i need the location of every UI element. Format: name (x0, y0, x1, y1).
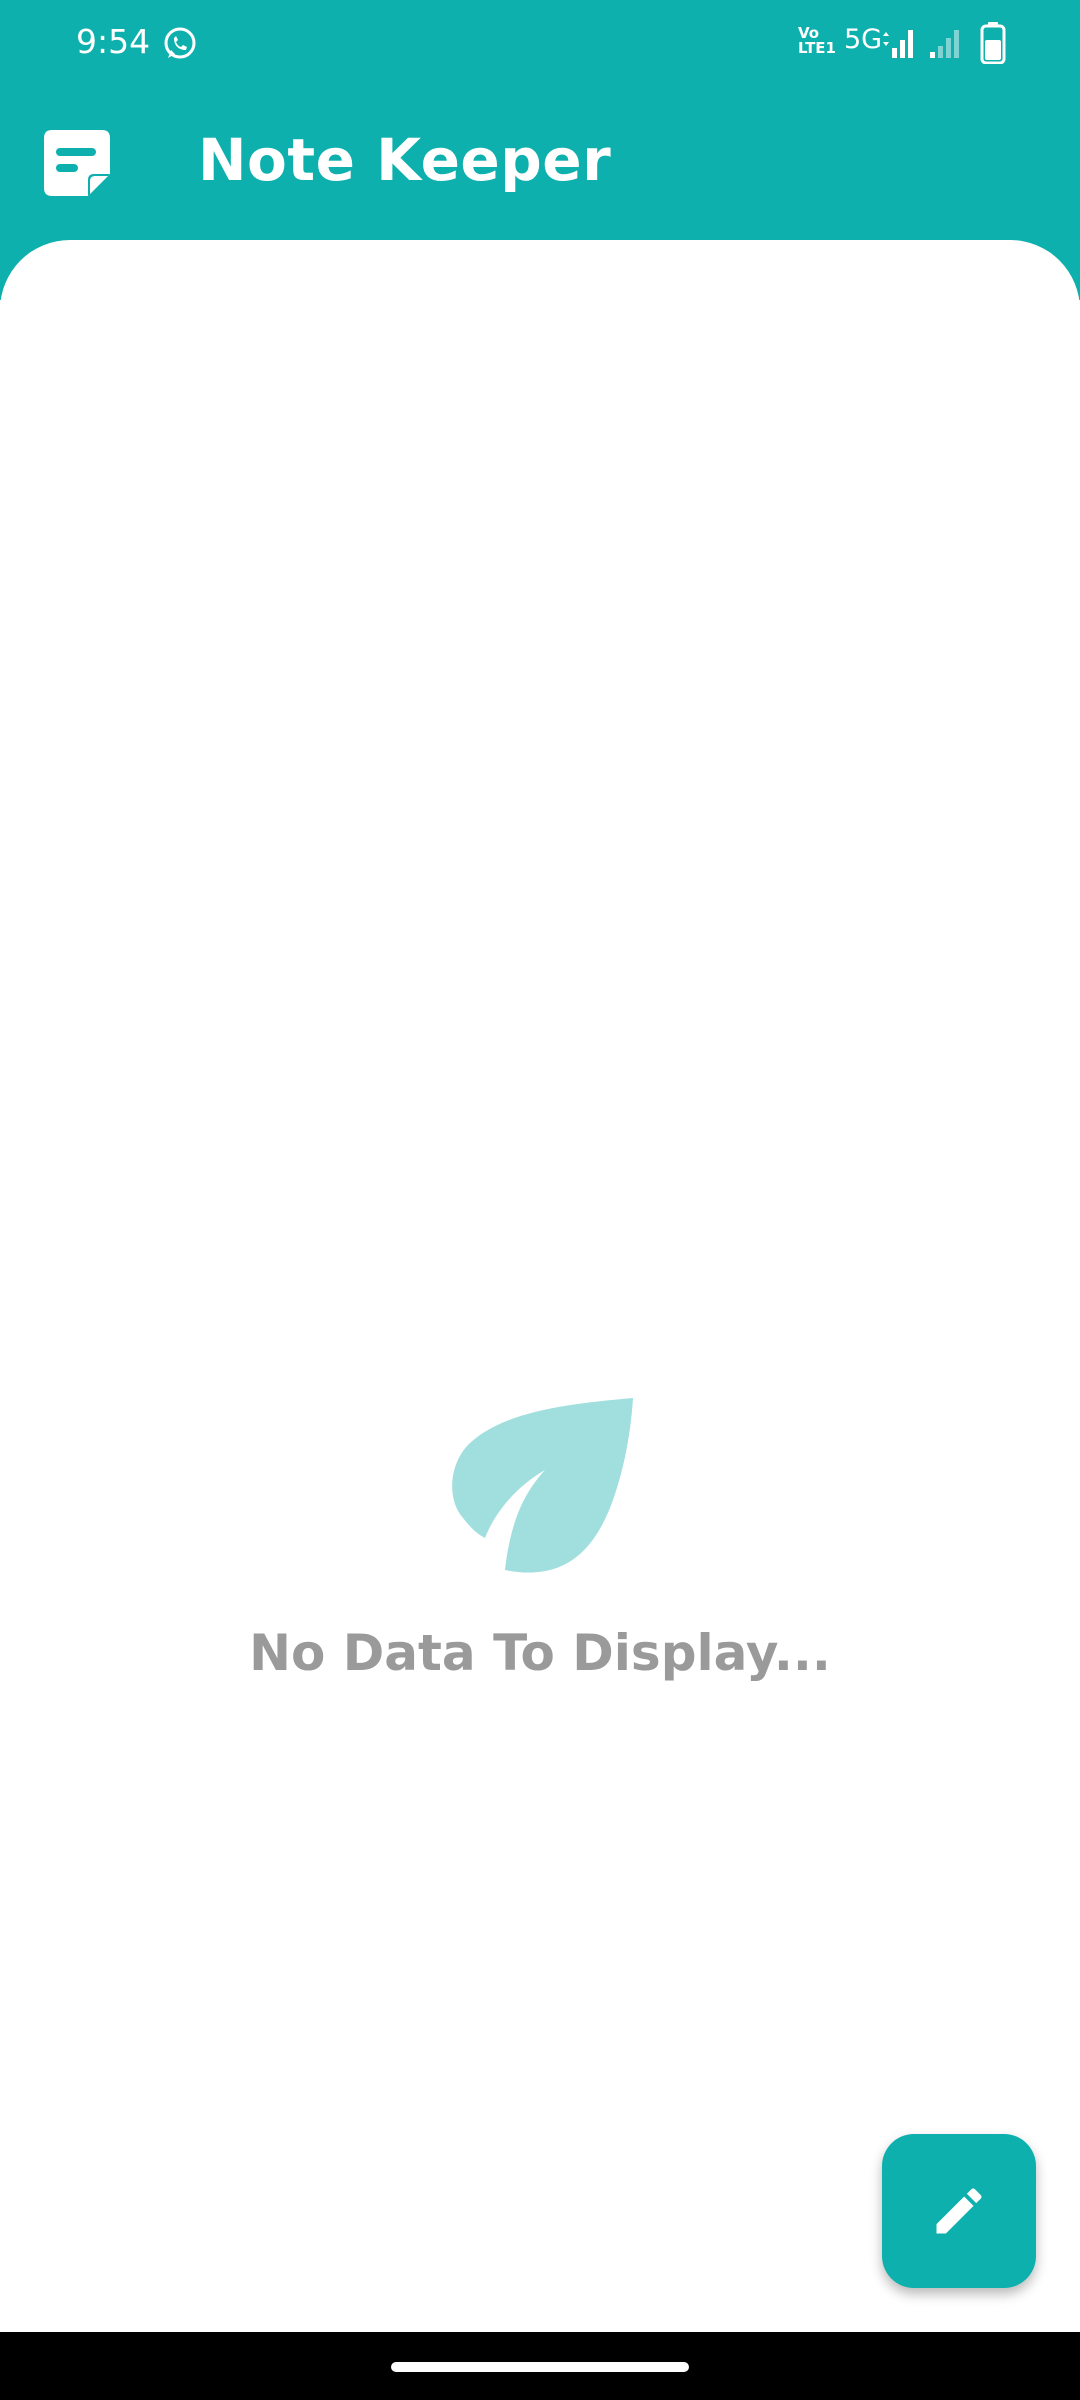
add-note-button[interactable] (882, 2134, 1036, 2288)
status-bar: 9:54 Vo LTE1 5G (0, 0, 1080, 86)
home-indicator[interactable] (391, 2362, 689, 2372)
signal-icon (930, 30, 959, 58)
app-bar: Note Keeper (0, 86, 1080, 242)
notes-content: No Data To Display... (0, 240, 1080, 2332)
battery-icon (980, 22, 1006, 64)
app-title: Note Keeper (198, 126, 612, 194)
signal-icon (883, 30, 913, 58)
pencil-icon (936, 2188, 982, 2234)
network-type: 5G (844, 24, 883, 55)
volte-indicator: Vo LTE1 (798, 24, 836, 57)
system-nav-bar (0, 2332, 1080, 2400)
status-time: 9:54 (76, 22, 151, 61)
leaf-icon (452, 1398, 633, 1573)
empty-message: No Data To Display... (249, 1624, 831, 1682)
note-icon (44, 130, 110, 196)
empty-state: No Data To Display... (0, 1390, 1080, 1682)
whatsapp-icon (164, 27, 196, 59)
